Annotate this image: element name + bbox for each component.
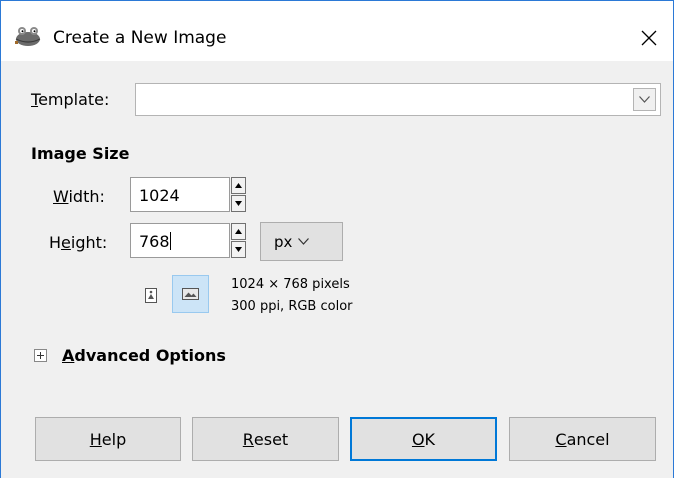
height-increment-button[interactable] xyxy=(231,223,246,240)
close-icon xyxy=(641,30,657,46)
image-resolution-info: 300 ppi, RGB color xyxy=(231,299,353,314)
unit-select[interactable]: px xyxy=(260,222,343,261)
arrow-up-icon xyxy=(235,183,242,188)
width-input[interactable]: 1024 xyxy=(130,177,230,212)
height-input[interactable]: 768 xyxy=(130,223,230,258)
help-button[interactable]: Help xyxy=(35,417,181,461)
cancel-button[interactable]: Cancel xyxy=(509,417,656,461)
width-increment-button[interactable] xyxy=(231,177,246,194)
template-dropdown-button[interactable] xyxy=(633,88,656,111)
height-decrement-button[interactable] xyxy=(231,241,246,258)
width-decrement-button[interactable] xyxy=(231,195,246,212)
arrow-up-icon xyxy=(235,229,242,234)
template-combo[interactable] xyxy=(135,83,661,116)
height-spinner[interactable] xyxy=(231,223,246,258)
text-cursor xyxy=(169,232,171,250)
landscape-orientation-icon xyxy=(182,288,199,300)
width-spinner[interactable] xyxy=(231,177,246,212)
image-size-heading: Image Size xyxy=(31,144,130,163)
arrow-down-icon xyxy=(235,201,242,206)
arrow-down-icon xyxy=(235,247,242,252)
portrait-button[interactable] xyxy=(141,284,161,306)
chevron-down-icon xyxy=(298,238,310,245)
portrait-orientation-icon xyxy=(145,287,157,303)
chevron-down-icon xyxy=(639,96,650,103)
image-dimensions-info: 1024 × 768 pixels xyxy=(231,277,350,292)
gimp-wilber-icon xyxy=(13,25,43,47)
title-bar: Create a New Image xyxy=(1,1,673,61)
unit-value: px xyxy=(274,232,293,251)
advanced-options-expander[interactable]: Advanced Options xyxy=(62,346,226,365)
height-label: Height: xyxy=(49,233,108,252)
window-title: Create a New Image xyxy=(53,28,227,48)
close-button[interactable] xyxy=(629,21,669,55)
dialog-window: Create a New Image Template: Image Size … xyxy=(0,0,674,478)
landscape-button[interactable] xyxy=(172,275,209,313)
width-label: Width: xyxy=(53,187,105,206)
template-label: Template: xyxy=(31,90,110,109)
ok-button[interactable]: OK xyxy=(350,417,497,461)
reset-button[interactable]: Reset xyxy=(192,417,339,461)
expand-icon[interactable] xyxy=(34,349,47,362)
